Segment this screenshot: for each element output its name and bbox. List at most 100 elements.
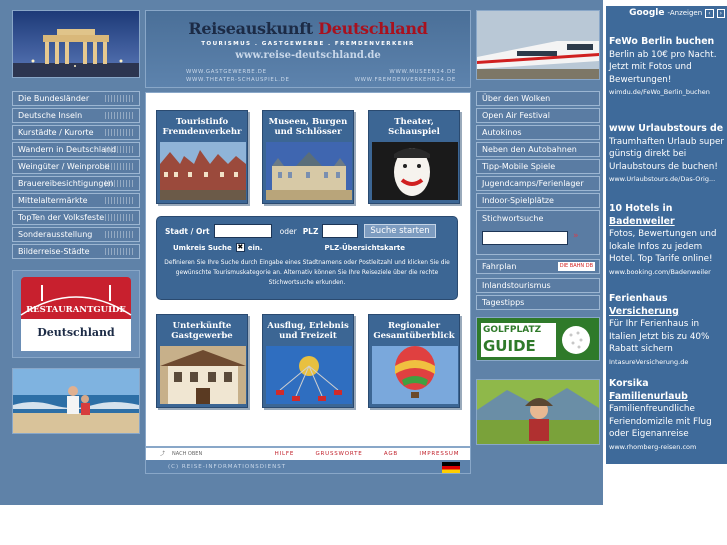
copyright: (C) REISE-INFORMATIONSDIENST	[168, 464, 287, 470]
family-beach-photo	[12, 368, 140, 434]
site-frame: Die Bundesländer Deutsche Inseln Kurstädte…	[0, 0, 603, 505]
ad-url[interactable]: IntasureVersicherung.de	[609, 356, 726, 369]
site-title-part1: Reiseauskunft	[188, 19, 313, 38]
ad-body: Für Ihr Ferienhaus in Italien Jetzt bis …	[609, 319, 710, 355]
restaurant-guide-title: Restaurantguide	[26, 305, 126, 315]
tile-ausflug[interactable]: Ausflug, Erlebnis und Freizeit	[262, 314, 354, 408]
city-input[interactable]	[213, 224, 272, 238]
site-subtitle: TOURISMUS . GASTGEWERBE . FREMDENVERKEHR	[201, 41, 415, 47]
tile-title: Regionaler Gesamtüberblick	[373, 321, 455, 341]
partner-link[interactable]: WWW.THEATER-SCHAUSPIEL.DE	[186, 76, 290, 84]
tile-touristinfo[interactable]: Touristinfo Fremdenverkehr	[156, 110, 248, 204]
left-nav-item[interactable]: Wandern in Deutschland	[12, 142, 140, 157]
ad-item[interactable]: www Urlaubstours de Traumhaften Urlaub su…	[609, 123, 726, 186]
ad-url[interactable]: wimdu.de/FeWo_Berlin_buchen	[609, 86, 726, 99]
db-badge: DIE BAHN DB	[557, 262, 595, 271]
left-nav-item[interactable]: TopTen der Volksfeste	[12, 210, 140, 225]
tile-theater[interactable]: Theater, Schauspiel	[368, 110, 460, 204]
ad-item[interactable]: FeWo Berlin buchen Berlin ab 10€ pro Nach…	[609, 36, 726, 99]
golf-banner-line2: GUIDE	[483, 337, 536, 355]
right-nav-item[interactable]: Jugendcamps/Ferienlager	[476, 176, 600, 191]
ad-body: Familienfreundliche Feriendomizile mit F…	[609, 404, 712, 440]
left-nav: Die Bundesländer Deutsche Inseln Kurstädte…	[12, 91, 140, 259]
brandenburg-gate-photo	[12, 10, 140, 78]
back-to-top-label: NACH OBEN	[172, 451, 203, 457]
search-panel: Stadt / Ort oder PLZ Suche starten Umkre…	[156, 216, 458, 300]
right-nav-item[interactable]: Autokinos	[476, 125, 600, 140]
left-nav-item[interactable]: Sonderausstellung	[12, 227, 140, 242]
ad-body: Berlin ab 10€ pro Nacht. Jetzt mit Fotos…	[609, 49, 717, 85]
left-column: Die Bundesländer Deutsche Inseln Kurstädte…	[12, 10, 140, 434]
right-nav-top: Über den Wolken Open Air Festival Autokino…	[476, 91, 600, 208]
ad-body: Fotos, Bewertungen und lokale Infos zu j…	[609, 229, 717, 265]
ads-next-icon[interactable]: ›	[716, 8, 725, 18]
ad-title[interactable]: 10 Hotels in	[609, 203, 726, 216]
keyword-go-icon[interactable]: »	[573, 231, 579, 241]
ad-title[interactable]: Ferienhaus	[609, 293, 726, 306]
partner-link[interactable]: WWW.FREMDENVERKEHR24.DE	[355, 76, 456, 84]
tile-title: Ausflug, Erlebnis und Freizeit	[267, 321, 349, 341]
golf-ball-icon	[562, 326, 590, 354]
radius-checkbox[interactable]: ✖	[235, 243, 245, 252]
site-title[interactable]: Reiseauskunft Deutschland	[146, 19, 470, 38]
ice-train-photo	[476, 10, 600, 80]
ads-prev-icon[interactable]: ‹	[705, 8, 714, 18]
ad-title-link[interactable]: Versicherung	[609, 306, 726, 319]
left-nav-item[interactable]: Die Bundesländer	[12, 91, 140, 106]
ad-item[interactable]: Ferienhaus Versicherung Für Ihr Ferienhaus…	[609, 293, 726, 369]
left-nav-item[interactable]: Deutsche Inseln	[12, 108, 140, 123]
partner-link[interactable]: WWW.MUSEEN24.DE	[389, 68, 456, 76]
right-nav-item[interactable]: Über den Wolken	[476, 91, 600, 106]
footer-link-hilfe[interactable]: HILFE	[275, 448, 294, 460]
golfplatz-guide-banner[interactable]: GOLFPLATZ GUIDE	[476, 317, 600, 361]
left-nav-item[interactable]: Weingüter / Weinprobe	[12, 159, 140, 174]
ad-item[interactable]: 10 Hotels in Badenweiler Fotos, Bewertunge…	[609, 203, 726, 279]
keyword-input[interactable]	[482, 231, 568, 245]
ad-body: Traumhaften Urlaub super günstig direkt …	[609, 136, 724, 172]
tile-title: Theater, Schauspiel	[388, 117, 440, 137]
right-nav-item[interactable]: Indoor-Spielplätze	[476, 193, 600, 208]
mime-photo	[372, 142, 458, 200]
right-nav-item[interactable]: Inlandstourismus	[476, 278, 600, 293]
site-title-part2: Deutschland	[318, 19, 428, 38]
ad-title[interactable]: Korsika	[609, 378, 726, 391]
plz-label: PLZ	[302, 226, 319, 236]
ad-url[interactable]: www.booking.com/Badenweiler	[609, 266, 726, 279]
ad-item[interactable]: Korsika Familienurlaub Familienfreundliche…	[609, 378, 726, 454]
ad-url[interactable]: www.Urlaubstours.de/Das-Orig...	[609, 173, 726, 186]
back-to-top-link[interactable]: ⤴ NACH OBEN	[146, 448, 264, 460]
left-nav-item[interactable]: Brauereibesichtigungen	[12, 176, 140, 191]
ad-url[interactable]: www.rhomberg-reisen.com	[609, 441, 726, 454]
footer-link-impressum[interactable]: IMPRESSUM	[419, 448, 459, 460]
castle-photo	[266, 142, 352, 200]
ad-title[interactable]: FeWo Berlin buchen	[609, 36, 726, 49]
main-content: Touristinfo Fremdenverkehr Museen, Burge…	[145, 92, 471, 447]
partner-link[interactable]: WWW.GASTGEWERBE.DE	[186, 68, 267, 76]
tile-title: Touristinfo Fremdenverkehr	[162, 117, 242, 137]
fahrplan-link[interactable]: Fahrplan DIE BAHN DB	[476, 259, 600, 274]
plz-input[interactable]	[322, 224, 359, 238]
german-flag-icon[interactable]	[442, 462, 460, 473]
search-button[interactable]: Suche starten	[364, 224, 436, 238]
left-nav-item[interactable]: Bilderreise-Städte	[12, 244, 140, 259]
restaurant-guide-banner[interactable]: Restaurantguide Deutschland	[12, 270, 140, 358]
right-nav-item[interactable]: Tipp-Mobile Spiele	[476, 159, 600, 174]
tile-regional[interactable]: Regionaler Gesamtüberblick	[368, 314, 460, 408]
left-nav-item[interactable]: Mittelaltermärkte	[12, 193, 140, 208]
google-ads-panel: Google -Anzeigen ‹ › FeWo Berlin buchen B…	[606, 6, 727, 464]
right-nav-item[interactable]: Open Air Festival	[476, 108, 600, 123]
ad-title-link[interactable]: Familienurlaub	[609, 391, 726, 404]
plz-map-link[interactable]: PLZ-Übersichtskarte	[325, 244, 405, 252]
right-nav-item[interactable]: Neben den Autobahnen	[476, 142, 600, 157]
footer-link-agb[interactable]: AGB	[384, 448, 398, 460]
ad-title[interactable]: www Urlaubstours de	[609, 123, 726, 136]
left-nav-item[interactable]: Kurstädte / Kurorte	[12, 125, 140, 140]
tile-museen[interactable]: Museen, Burgen und Schlösser	[262, 110, 354, 204]
footer-link-grussworte[interactable]: GRUSSWORTE	[315, 448, 362, 460]
ad-title-link[interactable]: Badenweiler	[609, 216, 726, 229]
carousel-photo	[266, 346, 352, 404]
tile-unterkuenfte[interactable]: Unterkünfte Gastgewerbe	[156, 314, 248, 408]
right-nav-item[interactable]: Tagestipps	[476, 295, 600, 310]
partner-links: WWW.GASTGEWERBE.DE WWW.MUSEEN24.DE WWW.TH…	[186, 68, 456, 84]
city-label: Stadt / Ort	[165, 226, 210, 236]
